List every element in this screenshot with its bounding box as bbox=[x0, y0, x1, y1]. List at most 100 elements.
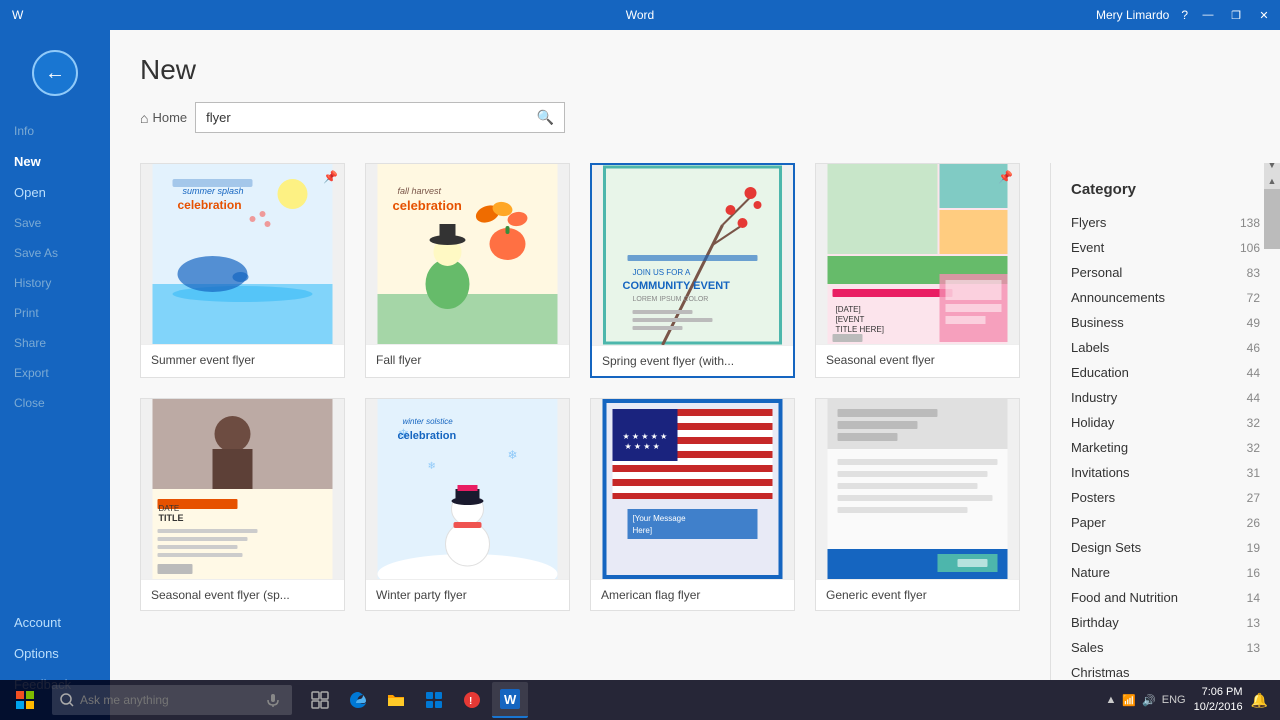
taskbar-search-bar[interactable] bbox=[52, 685, 292, 715]
close-btn[interactable]: ✕ bbox=[1256, 7, 1272, 23]
sidebar-item-new[interactable]: New bbox=[0, 146, 110, 177]
template-winter[interactable]: ❄ ❄ ❄ winter solstice celebration Winter… bbox=[365, 398, 570, 611]
svg-text:celebration: celebration bbox=[398, 430, 457, 442]
sidebar-item-open[interactable]: Open bbox=[0, 177, 110, 208]
category-name-business: Business bbox=[1071, 315, 1124, 330]
template-spring[interactable]: JOIN US FOR A COMMUNITY EVENT LOREM IPSU… bbox=[590, 163, 795, 378]
category-name-education: Education bbox=[1071, 365, 1129, 380]
taskbar-search-input[interactable] bbox=[80, 693, 260, 707]
search-input[interactable] bbox=[196, 104, 527, 131]
volume-icon[interactable]: 🔊 bbox=[1142, 694, 1156, 707]
category-name-posters: Posters bbox=[1071, 490, 1115, 505]
category-invitations[interactable]: Invitations 31 bbox=[1051, 460, 1280, 485]
category-food[interactable]: Food and Nutrition 14 bbox=[1051, 585, 1280, 610]
category-business[interactable]: Business 49 bbox=[1051, 310, 1280, 335]
template-seasonal[interactable]: [DATE] [EVENT TITLE HERE] Seasonal event… bbox=[815, 163, 1020, 378]
category-scroll-down[interactable]: ▼ bbox=[1264, 163, 1280, 173]
category-count-personal: 83 bbox=[1247, 266, 1260, 280]
sidebar-item-save-as[interactable]: Save As bbox=[0, 238, 110, 268]
main-content: New ⌂ Home 🔍 bbox=[110, 30, 1280, 680]
sidebar-item-print[interactable]: Print bbox=[0, 298, 110, 328]
task-view-button[interactable] bbox=[302, 682, 338, 718]
store-button[interactable] bbox=[416, 682, 452, 718]
taskbar-right: ▲ 📶 🔊 ENG 7:06 PM 10/2/2016 🔔 bbox=[1105, 685, 1276, 716]
svg-text:celebration: celebration bbox=[178, 198, 242, 212]
category-sales[interactable]: Sales 13 bbox=[1051, 635, 1280, 660]
svg-text:!: ! bbox=[469, 696, 472, 707]
templates-area: summer splash celebration Summer event f… bbox=[110, 163, 1280, 680]
template-label-summer: Summer event flyer bbox=[141, 344, 344, 375]
template-american-flag[interactable]: ★ ★ ★ ★ ★ ★ ★ ★ ★ [Your Message Here] Am… bbox=[590, 398, 795, 611]
svg-text:JOIN US FOR A: JOIN US FOR A bbox=[633, 268, 691, 277]
template-summer[interactable]: summer splash celebration Summer event f… bbox=[140, 163, 345, 378]
lang-indicator[interactable]: ENG bbox=[1162, 694, 1186, 706]
template-generic[interactable]: Generic event flyer bbox=[815, 398, 1020, 611]
sidebar-item-options[interactable]: Options bbox=[0, 638, 110, 669]
category-count-invitations: 31 bbox=[1247, 466, 1260, 480]
category-holiday[interactable]: Holiday 32 bbox=[1051, 410, 1280, 435]
category-industry[interactable]: Industry 44 bbox=[1051, 385, 1280, 410]
edge-button[interactable] bbox=[340, 682, 376, 718]
category-paper[interactable]: Paper 26 bbox=[1051, 510, 1280, 535]
template-label-generic: Generic event flyer bbox=[816, 579, 1019, 610]
category-name-birthday: Birthday bbox=[1071, 615, 1119, 630]
help-icon[interactable]: ? bbox=[1181, 8, 1188, 22]
category-design-sets[interactable]: Design Sets 19 bbox=[1051, 535, 1280, 560]
sidebar-item-close[interactable]: Close bbox=[0, 388, 110, 418]
template-seasonal-sp[interactable]: DATE TITLE Seasonal event flyer (sp... bbox=[140, 398, 345, 611]
svg-text:Here]: Here] bbox=[633, 526, 653, 535]
category-posters[interactable]: Posters 27 bbox=[1051, 485, 1280, 510]
category-personal[interactable]: Personal 83 bbox=[1051, 260, 1280, 285]
category-scroll-up[interactable]: ▲ bbox=[1264, 173, 1280, 189]
template-thumb-fall: fall harvest celebration bbox=[366, 164, 569, 344]
svg-text:winter solstice: winter solstice bbox=[403, 417, 454, 426]
template-thumb-summer: summer splash celebration bbox=[141, 164, 344, 344]
svg-text:[DATE]: [DATE] bbox=[836, 305, 861, 314]
template-fall[interactable]: fall harvest celebration bbox=[365, 163, 570, 378]
category-count-event: 106 bbox=[1240, 241, 1260, 255]
template-thumb-winter: ❄ ❄ ❄ winter solstice celebration bbox=[366, 399, 569, 579]
sidebar-item-account[interactable]: Account bbox=[0, 607, 110, 638]
back-button[interactable]: ← bbox=[32, 50, 78, 96]
category-marketing[interactable]: Marketing 32 bbox=[1051, 435, 1280, 460]
home-link[interactable]: ⌂ Home bbox=[140, 110, 187, 126]
titlebar-right: Mery Limardo ? — ❐ ✕ bbox=[1096, 7, 1280, 23]
scroll-thumb bbox=[1264, 189, 1280, 249]
explorer-button[interactable] bbox=[378, 682, 414, 718]
sidebar-item-share[interactable]: Share bbox=[0, 328, 110, 358]
category-announcements[interactable]: Announcements 72 bbox=[1051, 285, 1280, 310]
svg-text:LOREM IPSUM COLOR: LOREM IPSUM COLOR bbox=[633, 296, 709, 303]
category-education[interactable]: Education 44 bbox=[1051, 360, 1280, 385]
search-button[interactable]: 🔍 bbox=[527, 103, 564, 132]
category-labels[interactable]: Labels 46 bbox=[1051, 335, 1280, 360]
home-label: Home bbox=[152, 110, 187, 125]
category-count-paper: 26 bbox=[1247, 516, 1260, 530]
category-christmas[interactable]: Christmas bbox=[1051, 660, 1280, 680]
minimize-btn[interactable]: — bbox=[1200, 7, 1216, 23]
titlebar-left: W bbox=[0, 8, 23, 22]
category-nature[interactable]: Nature 16 bbox=[1051, 560, 1280, 585]
word-button[interactable]: W bbox=[492, 682, 528, 718]
maximize-btn[interactable]: ❐ bbox=[1228, 7, 1244, 23]
svg-text:fall harvest: fall harvest bbox=[398, 186, 442, 196]
category-event[interactable]: Event 106 bbox=[1051, 235, 1280, 260]
category-name-christmas: Christmas bbox=[1071, 665, 1130, 680]
title-bar: W Word Mery Limardo ? — ❐ ✕ bbox=[0, 0, 1280, 30]
systray: ▲ 📶 🔊 ENG bbox=[1105, 694, 1185, 707]
category-name-holiday: Holiday bbox=[1071, 415, 1114, 430]
sidebar-item-history[interactable]: History bbox=[0, 268, 110, 298]
category-name-labels: Labels bbox=[1071, 340, 1109, 355]
network-icon: 📶 bbox=[1122, 694, 1136, 707]
show-hidden-icons[interactable]: ▲ bbox=[1105, 694, 1116, 706]
sidebar-item-info[interactable]: Info bbox=[0, 116, 110, 146]
category-flyers[interactable]: Flyers 138 bbox=[1051, 210, 1280, 235]
taskbar-clock[interactable]: 7:06 PM 10/2/2016 bbox=[1194, 685, 1243, 716]
sidebar-item-save[interactable]: Save bbox=[0, 208, 110, 238]
security-button[interactable]: ! bbox=[454, 682, 490, 718]
start-button[interactable] bbox=[4, 682, 46, 718]
notification-button[interactable]: 🔔 bbox=[1251, 692, 1268, 709]
template-label-flag: American flag flyer bbox=[591, 579, 794, 610]
clock-date: 10/2/2016 bbox=[1194, 700, 1243, 715]
category-birthday[interactable]: Birthday 13 bbox=[1051, 610, 1280, 635]
sidebar-item-export[interactable]: Export bbox=[0, 358, 110, 388]
